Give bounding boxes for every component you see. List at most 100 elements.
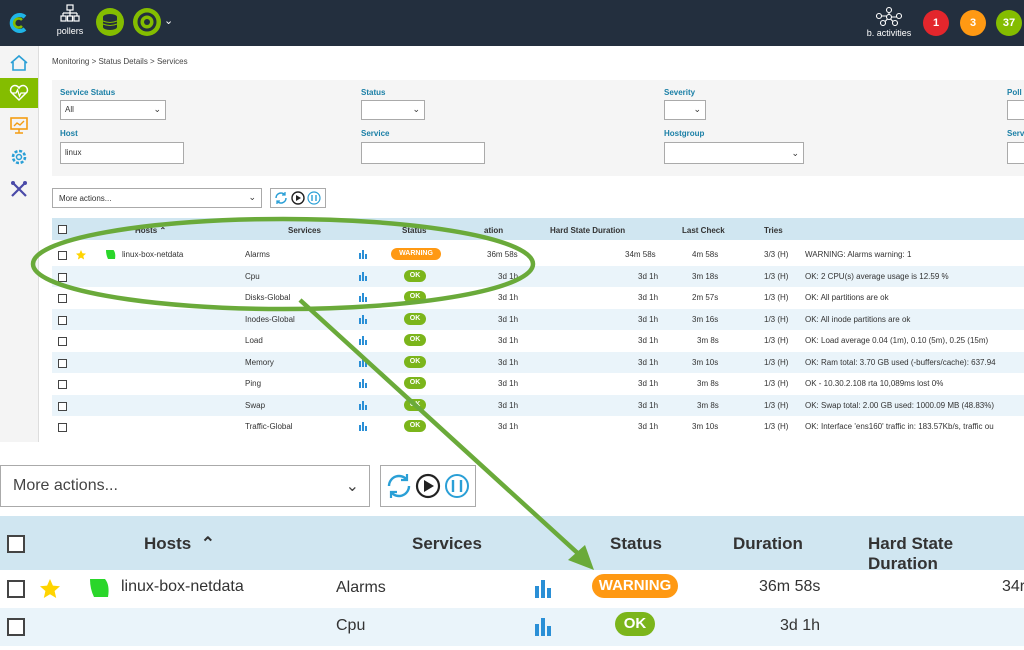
critical-count-badge[interactable]: 1	[923, 10, 949, 36]
pause-icon[interactable]	[307, 191, 321, 205]
service-name[interactable]: Memory	[245, 358, 274, 367]
hostgroup-select[interactable]: ⌄	[664, 142, 804, 164]
row-checkbox[interactable]	[58, 337, 67, 346]
col-hard-state-duration[interactable]: Hard State Duration	[868, 534, 1024, 574]
chart-icon[interactable]	[358, 335, 368, 345]
chart-icon[interactable]	[358, 271, 368, 281]
ok-count-badge[interactable]: 37	[996, 10, 1022, 36]
host-name[interactable]: linux-box-netdata	[121, 578, 244, 596]
more-actions-select-zoom[interactable]: More actions... ⌄	[0, 465, 370, 507]
row-checkbox[interactable]	[58, 423, 67, 432]
activities-button[interactable]: b. activities	[862, 6, 916, 38]
sidebar-item-administration[interactable]	[0, 174, 38, 204]
row-checkbox[interactable]	[7, 618, 25, 636]
service-name[interactable]: Ping	[245, 379, 261, 388]
more-actions-select[interactable]: More actions... ⌄	[52, 188, 262, 208]
star-icon[interactable]	[75, 249, 87, 261]
col-status[interactable]: Status	[610, 534, 662, 554]
col-tries[interactable]: Tries	[764, 226, 783, 235]
host-name[interactable]: linux-box-netdata	[122, 250, 183, 259]
table-header-zoom: Hosts ⌃ Services Status Duration Hard St…	[0, 516, 1024, 573]
status-select[interactable]: ⌄	[361, 100, 425, 120]
row-checkbox[interactable]	[58, 380, 67, 389]
service-name[interactable]: Swap	[245, 401, 265, 410]
table-row[interactable]: Cpu OK 3d 1h	[0, 608, 1024, 646]
chart-icon[interactable]	[358, 421, 368, 431]
chart-icon[interactable]	[358, 400, 368, 410]
table-row[interactable]: Swap OK 3d 1h 3d 1h 3m 8s 1/3 (H) OK: Swap tot…	[52, 394, 1024, 416]
refresh-icon[interactable]	[275, 192, 287, 204]
row-checkbox[interactable]	[7, 580, 25, 598]
gauge-icon[interactable]	[133, 8, 161, 36]
chart-icon[interactable]	[358, 378, 368, 388]
row-checkbox[interactable]	[58, 251, 67, 260]
table-row[interactable]: Cpu OK 3d 1h 3d 1h 3m 18s 1/3 (H) OK: 2 CPU(s)…	[52, 265, 1024, 287]
status-information: OK - 10.30.2.108 rta 10,089ms lost 0%	[805, 379, 944, 388]
table-row[interactable]: Ping OK 3d 1h 3d 1h 3m 8s 1/3 (H) OK - 10.30.2…	[52, 373, 1024, 395]
play-icon[interactable]	[291, 191, 305, 205]
chart-icon[interactable]	[358, 314, 368, 324]
breadcrumb[interactable]: Monitoring > Status Details > Services	[52, 57, 188, 66]
row-checkbox[interactable]	[58, 401, 67, 411]
service-name[interactable]: Cpu	[336, 617, 365, 635]
last-check: 3m 10s	[692, 357, 719, 367]
sidebar-item-reporting[interactable]	[0, 110, 38, 140]
table-row[interactable]: Traffic-Global OK 3d 1h 3d 1h 3m 10s 1/3 (H) O…	[52, 416, 1024, 438]
row-checkbox[interactable]	[58, 294, 67, 303]
table-row[interactable]: Inodes-Global OK 3d 1h 3d 1h 3m 16s 1/3 (H) OK…	[52, 308, 1024, 330]
chart-icon[interactable]	[533, 616, 553, 636]
filter-panel: Service Status All ⌄ Status ⌄ Severity ⌄…	[52, 80, 1024, 176]
chart-icon[interactable]	[533, 578, 553, 598]
col-duration[interactable]: Duration	[733, 534, 803, 554]
poller-select[interactable]	[1007, 100, 1024, 120]
chart-icon[interactable]	[358, 292, 368, 302]
service-name[interactable]: Disks-Global	[245, 293, 290, 302]
servicegroup-select[interactable]	[1007, 142, 1024, 164]
service-name[interactable]: Alarms	[336, 579, 386, 597]
select-all-checkbox[interactable]	[7, 535, 25, 553]
play-icon[interactable]	[415, 473, 441, 499]
service-name[interactable]: Load	[245, 336, 263, 345]
refresh-icon[interactable]	[387, 474, 411, 498]
service-input[interactable]	[361, 142, 485, 164]
pause-icon[interactable]	[445, 474, 469, 498]
service-name[interactable]: Traffic-Global	[245, 422, 293, 431]
tries: 1/3 (H)	[764, 293, 789, 302]
service-name[interactable]: Alarms	[245, 250, 270, 259]
last-check: 4m 58s	[692, 250, 719, 259]
centreon-logo[interactable]	[0, 0, 38, 46]
database-icon[interactable]	[96, 8, 124, 36]
col-hosts[interactable]: Hosts ⌃	[135, 226, 166, 235]
col-services[interactable]: Services	[412, 534, 482, 554]
service-status-select[interactable]: All ⌄	[60, 100, 166, 120]
chart-icon[interactable]	[358, 357, 368, 367]
chevron-down-icon[interactable]: ⌄	[164, 14, 173, 27]
row-checkbox[interactable]	[58, 315, 67, 325]
col-hard-state-duration[interactable]: Hard State Duration	[550, 226, 625, 235]
sidebar-item-home[interactable]	[0, 48, 38, 78]
col-last-check[interactable]: Last Check	[682, 226, 725, 235]
sidebar-item-configuration[interactable]	[0, 142, 38, 172]
sidebar-item-monitoring[interactable]	[0, 78, 38, 108]
table-row[interactable]: Load OK 3d 1h 3d 1h 3m 8s 1/3 (H) OK: Load ave…	[52, 330, 1024, 352]
service-name[interactable]: Cpu	[245, 272, 260, 281]
table-row[interactable]: linux-box-netdata Alarms WARNING 36m 58s…	[0, 570, 1024, 608]
row-checkbox[interactable]	[58, 272, 67, 282]
table-row[interactable]: linux-box-netdata Alarms WARNING 36m 58s 34m…	[52, 244, 1024, 266]
col-duration[interactable]: ation	[484, 226, 503, 235]
sidebar	[0, 46, 39, 442]
pollers-button[interactable]: pollers	[52, 4, 88, 36]
table-row[interactable]: Disks-Global OK 3d 1h 3d 1h 2m 57s 1/3 (H) OK:…	[52, 287, 1024, 309]
col-hosts[interactable]: Hosts ⌃	[144, 534, 215, 554]
warning-count-badge[interactable]: 3	[960, 10, 986, 36]
select-all-checkbox[interactable]	[58, 225, 67, 234]
table-row[interactable]: Memory OK 3d 1h 3d 1h 3m 10s 1/3 (H) OK: Ram t…	[52, 351, 1024, 373]
col-services[interactable]: Services	[288, 226, 321, 235]
row-checkbox[interactable]	[58, 358, 67, 368]
star-icon[interactable]	[38, 577, 62, 601]
severity-select[interactable]: ⌄	[664, 100, 706, 120]
host-input[interactable]: linux	[60, 142, 184, 164]
col-status[interactable]: Status	[402, 226, 426, 235]
service-name[interactable]: Inodes-Global	[245, 315, 295, 324]
chart-icon[interactable]	[358, 249, 368, 259]
